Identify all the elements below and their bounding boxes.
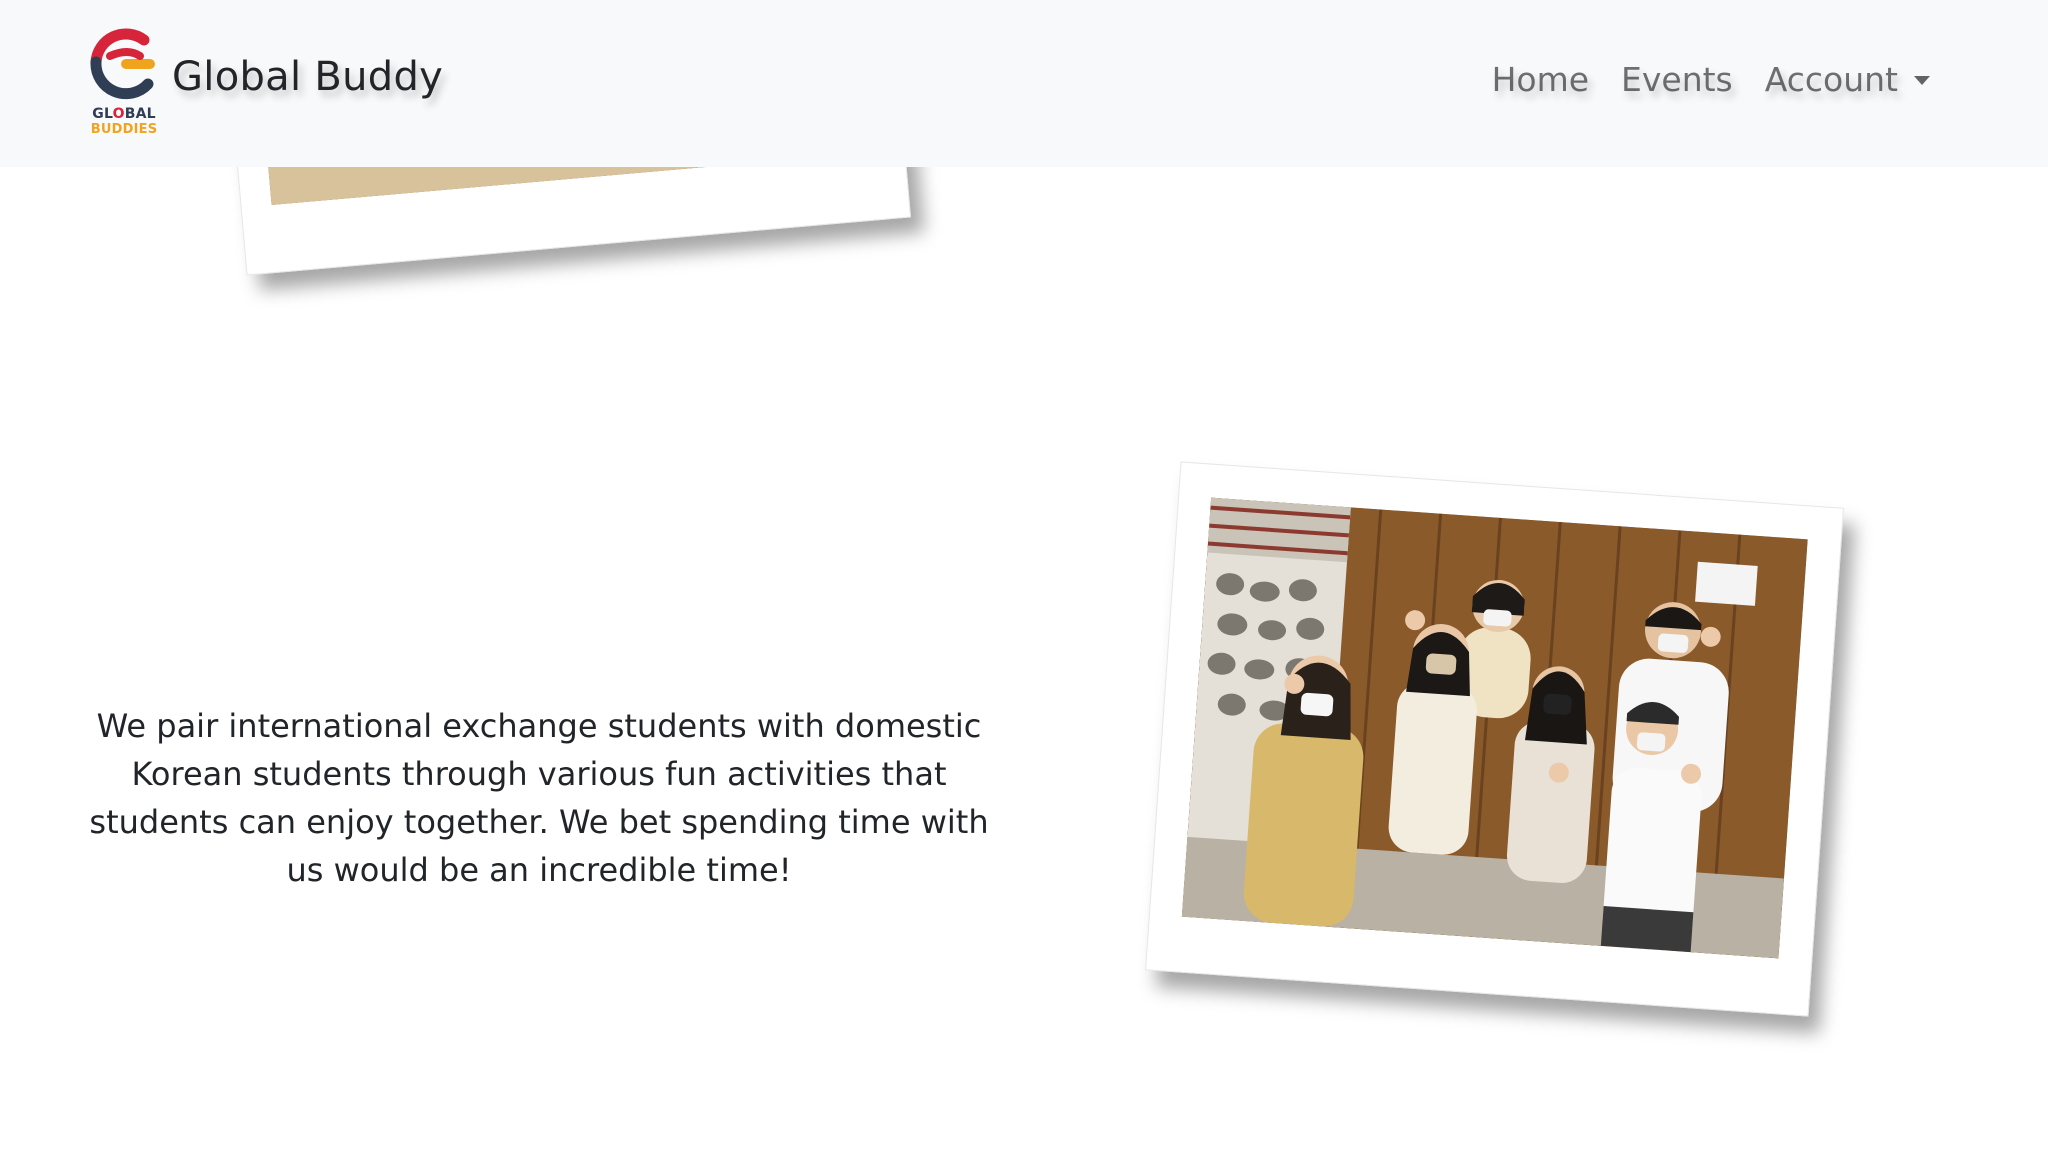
nav-events-link[interactable]: Events xyxy=(1605,56,1749,103)
page: GLOBAL BUDDIES Global Buddy Home Events … xyxy=(0,0,2048,1154)
polaroid-photo-main xyxy=(1145,461,1844,1017)
chevron-down-icon xyxy=(1914,76,1930,85)
group-photo-main xyxy=(1181,497,1808,959)
navbar: GLOBAL BUDDIES Global Buddy Home Events … xyxy=(0,0,2048,167)
brand-link[interactable]: GLOBAL BUDDIES Global Buddy xyxy=(88,26,443,142)
brand-name: Global Buddy xyxy=(172,54,444,100)
logo-g-icon xyxy=(90,28,155,100)
group-photo-main-image xyxy=(1181,497,1808,959)
nav-account-label: Account xyxy=(1764,60,1898,99)
nav-menu: Home Events Account xyxy=(1476,56,1946,103)
nav-account-dropdown[interactable]: Account xyxy=(1749,56,1946,103)
about-description: We pair international exchange students … xyxy=(89,707,989,889)
global-buddies-logo: GLOBAL BUDDIES xyxy=(88,26,160,142)
logo-wordmark: GLOBAL BUDDIES xyxy=(90,106,158,137)
nav-home-link[interactable]: Home xyxy=(1476,56,1605,103)
